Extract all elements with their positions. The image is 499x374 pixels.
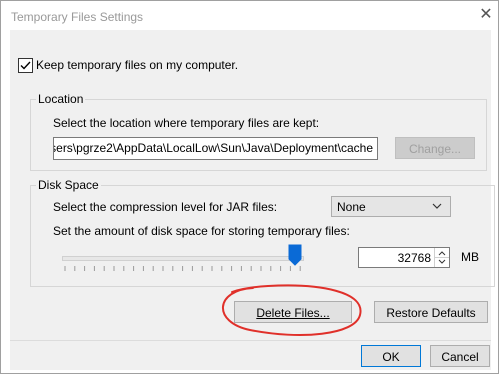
keep-files-checkbox[interactable] xyxy=(18,58,33,73)
disk-space-slider-track[interactable] xyxy=(62,256,304,261)
cancel-button[interactable]: Cancel xyxy=(430,345,490,367)
location-path-field[interactable]: Jsers\pgrze2\AppData\LocalLow\Sun\Java\D… xyxy=(53,137,378,160)
location-group xyxy=(30,99,487,171)
disk-space-amount-spinner[interactable]: 32768 xyxy=(358,247,450,268)
footer-separator xyxy=(10,340,491,341)
keep-files-label: Keep temporary files on my computer. xyxy=(36,58,239,72)
ok-button[interactable]: OK xyxy=(361,345,421,367)
location-legend: Location xyxy=(36,92,86,106)
slider-ticks xyxy=(64,266,301,271)
compression-label: Select the compression level for JAR fil… xyxy=(53,200,278,214)
amount-label: Set the amount of disk space for storing… xyxy=(53,224,350,238)
close-icon[interactable]: ✕ xyxy=(477,6,495,24)
delete-files-label: Delete Files... xyxy=(256,306,330,320)
disk-space-unit: MB xyxy=(461,250,479,264)
ok-label: OK xyxy=(382,350,400,364)
restore-defaults-button[interactable]: Restore Defaults xyxy=(374,301,488,323)
location-path-value: Jsers\pgrze2\AppData\LocalLow\Sun\Java\D… xyxy=(53,141,373,155)
location-instruction: Select the location where temporary file… xyxy=(53,116,320,130)
compression-value: None xyxy=(337,200,366,214)
title-bar: Temporary Files Settings ✕ xyxy=(1,1,498,31)
checkmark-icon xyxy=(20,61,31,70)
compression-select[interactable]: None xyxy=(331,196,451,217)
spin-arrows-icon[interactable] xyxy=(434,248,449,267)
chevron-down-icon xyxy=(432,200,442,215)
restore-defaults-label: Restore Defaults xyxy=(386,306,476,320)
delete-files-button[interactable]: Delete Files... xyxy=(234,301,352,323)
disk-space-amount-value: 32768 xyxy=(397,251,431,265)
change-button[interactable]: Change... xyxy=(395,137,475,159)
change-button-label: Change... xyxy=(408,142,462,156)
disk-space-legend: Disk Space xyxy=(36,178,101,192)
window-title: Temporary Files Settings xyxy=(11,10,144,24)
cancel-label: Cancel xyxy=(441,350,479,364)
